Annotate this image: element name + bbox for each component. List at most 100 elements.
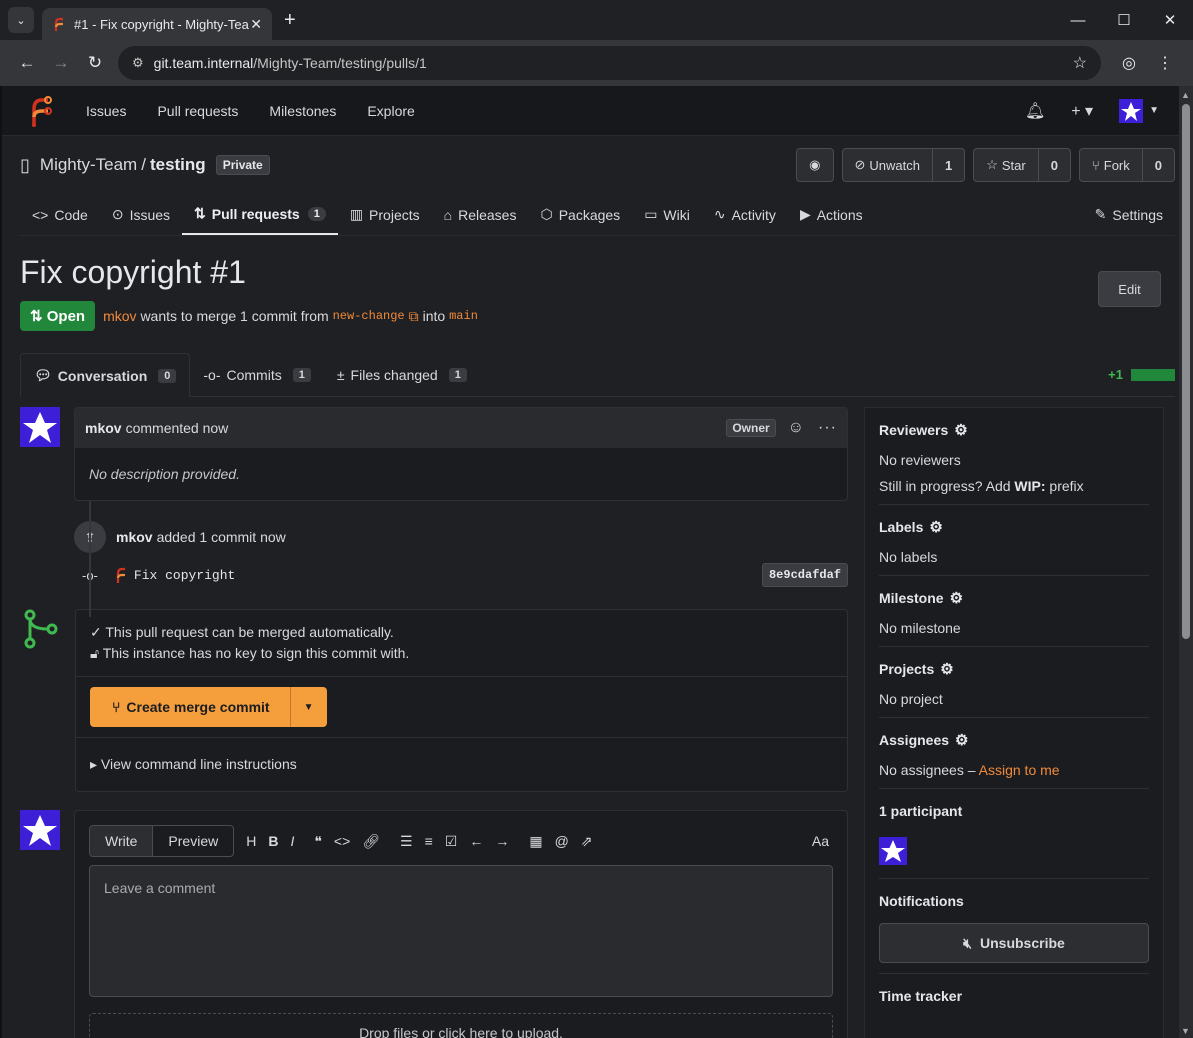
comment-textarea[interactable]: Leave a comment	[89, 865, 833, 997]
repo-name-link[interactable]: testing	[150, 155, 206, 175]
table-icon[interactable]: ▦	[529, 833, 542, 850]
file-dropzone[interactable]: Drop files or click here to upload.	[89, 1013, 833, 1038]
labels-header[interactable]: Labels ⚙	[879, 515, 1149, 539]
fork-count[interactable]: 0	[1141, 149, 1174, 181]
unsubscribe-button[interactable]: 🔇︎ Unsubscribe	[879, 923, 1149, 963]
profile-icon[interactable]: ◎	[1111, 53, 1147, 73]
preview-tab[interactable]: Preview	[152, 826, 233, 856]
nav-explore[interactable]: Explore	[367, 103, 414, 119]
tab-files-changed[interactable]: ± Files changed 1	[324, 353, 480, 396]
forgejo-logo-icon[interactable]	[28, 95, 52, 127]
back-icon[interactable]: ←	[10, 53, 44, 73]
numbered-list-icon[interactable]: ≡	[425, 833, 433, 850]
tab-conversation[interactable]: 💬︎ Conversation 0	[20, 353, 191, 397]
code-icon[interactable]: <>	[334, 833, 350, 850]
page-scrollbar[interactable]: ▲ ▼	[1179, 86, 1193, 1038]
nav-milestones[interactable]: Milestones	[269, 103, 336, 119]
browser-menu-icon[interactable]: ⋮	[1147, 53, 1183, 73]
write-tab[interactable]: Write	[90, 826, 153, 856]
close-tab-icon[interactable]: ✕	[250, 16, 262, 33]
indent-icon[interactable]: →	[495, 833, 509, 850]
tab-settings[interactable]: ✎ Settings	[1083, 194, 1175, 235]
unwatch-button[interactable]: ⊘ Unwatch	[843, 149, 932, 181]
assignees-header[interactable]: Assignees ⚙	[879, 728, 1149, 752]
scrollbar-thumb[interactable]	[1182, 104, 1190, 639]
create-merge-commit-button[interactable]: ⑂ Create merge commit	[90, 687, 290, 727]
nav-pull-requests[interactable]: Pull requests	[157, 103, 238, 119]
tab-wiki[interactable]: ▭ Wiki	[632, 194, 702, 235]
monospace-toggle[interactable]: Aa	[812, 833, 829, 849]
link-icon[interactable]: 🔗︎	[362, 833, 380, 850]
tab-packages[interactable]: ⬡ Packages	[528, 194, 632, 235]
tab-releases[interactable]: ⌂ Releases	[432, 194, 529, 235]
scroll-up-icon[interactable]: ▲	[1181, 90, 1190, 100]
tab-actions[interactable]: ▶ Actions	[788, 194, 875, 235]
tab-pull-requests[interactable]: ⇅ Pull requests 1	[182, 194, 338, 235]
bullet-list-icon[interactable]: ☰	[400, 833, 413, 850]
pr-author-link[interactable]: mkov	[103, 308, 136, 324]
comment-body: No description provided.	[89, 466, 240, 482]
tab-activity-label: Activity	[731, 206, 776, 223]
smiley-reaction-icon[interactable]: ☺	[788, 419, 804, 437]
cli-instructions-toggle[interactable]: ▸ View command line instructions	[76, 738, 847, 791]
tab-issues[interactable]: ⊙ Issues	[100, 194, 182, 235]
star-button[interactable]: ☆ Star	[974, 149, 1038, 181]
mention-icon[interactable]: @	[555, 833, 569, 850]
heading-icon[interactable]: H	[246, 833, 256, 850]
tab-code[interactable]: <> Code	[20, 194, 100, 235]
reference-icon[interactable]: ⇗	[581, 833, 593, 850]
bookmark-star-icon[interactable]: ☆	[1073, 53, 1087, 73]
tab-projects[interactable]: ▥ Projects	[338, 194, 432, 235]
commit-message-link[interactable]: Fix copyright	[134, 568, 235, 583]
commenter-avatar[interactable]	[20, 407, 60, 447]
wip-prefix-link[interactable]: WIP:	[1014, 478, 1045, 494]
unindent-icon[interactable]: ←	[469, 833, 483, 850]
new-tab-icon[interactable]: +	[284, 9, 296, 32]
bold-icon[interactable]: B	[268, 833, 278, 850]
tab-code-label: Code	[54, 206, 88, 223]
more-options-icon[interactable]: ···	[818, 419, 837, 437]
nav-issues[interactable]: Issues	[86, 103, 126, 119]
tab-commits[interactable]: -o- Commits 1	[190, 353, 323, 396]
site-info-icon[interactable]: ⚙	[132, 55, 144, 71]
edit-title-button[interactable]: Edit	[1098, 271, 1161, 307]
rss-button[interactable]: ◉	[796, 148, 834, 182]
notifications-bell-icon[interactable]: 🔔︎	[1025, 101, 1045, 121]
close-window-icon[interactable]: ✕	[1147, 11, 1193, 29]
minimize-icon[interactable]: —	[1055, 12, 1101, 29]
head-branch-link[interactable]: new-change	[333, 309, 405, 323]
copy-icon[interactable]: ⧉	[409, 308, 419, 325]
tab-search-button[interactable]: ⌄	[8, 7, 34, 33]
reload-icon[interactable]: ↻	[78, 53, 112, 73]
tab-activity[interactable]: ∿ Activity	[702, 194, 788, 235]
package-icon: ⬡	[540, 206, 553, 222]
reviewers-value: No reviewers	[879, 452, 961, 468]
reviewers-header[interactable]: Reviewers ⚙	[879, 418, 1149, 442]
url-input[interactable]: ⚙ git.team.internal/Mighty-Team/testing/…	[118, 46, 1101, 80]
participant-avatar[interactable]	[879, 837, 907, 865]
event-author-link[interactable]: mkov	[116, 529, 153, 545]
projects-header[interactable]: Projects ⚙	[879, 657, 1149, 681]
base-branch-link[interactable]: main	[449, 309, 478, 323]
task-list-icon[interactable]: ☑	[445, 833, 458, 850]
reviewers-title: Reviewers	[879, 422, 949, 438]
browser-tab[interactable]: #1 - Fix copyright - Mighty-Tea ✕	[42, 8, 272, 40]
quote-icon[interactable]: ❝	[314, 833, 322, 850]
fork-button[interactable]: ⑂ Fork	[1080, 149, 1142, 181]
milestone-header[interactable]: Milestone ⚙	[879, 586, 1149, 610]
comment-author-link[interactable]: mkov	[85, 420, 122, 436]
watch-count[interactable]: 1	[931, 149, 964, 181]
scroll-down-icon[interactable]: ▼	[1181, 1026, 1190, 1036]
current-user-avatar[interactable]	[20, 810, 60, 850]
maximize-icon[interactable]: ☐	[1101, 11, 1147, 29]
create-new-dropdown[interactable]: + ▾	[1071, 101, 1093, 121]
merge-style-dropdown[interactable]: ▼	[289, 687, 327, 727]
star-count[interactable]: 0	[1037, 149, 1070, 181]
assign-to-me-link[interactable]: Assign to me	[979, 762, 1060, 778]
user-menu[interactable]: ▼	[1119, 98, 1159, 123]
diffstat-additions: +1	[1108, 367, 1123, 382]
forward-icon[interactable]: →	[44, 53, 78, 73]
commit-sha-link[interactable]: 8e9cdafdaf	[761, 563, 848, 587]
repo-owner-link[interactable]: Mighty-Team	[40, 155, 137, 175]
italic-icon[interactable]: I	[290, 833, 294, 850]
